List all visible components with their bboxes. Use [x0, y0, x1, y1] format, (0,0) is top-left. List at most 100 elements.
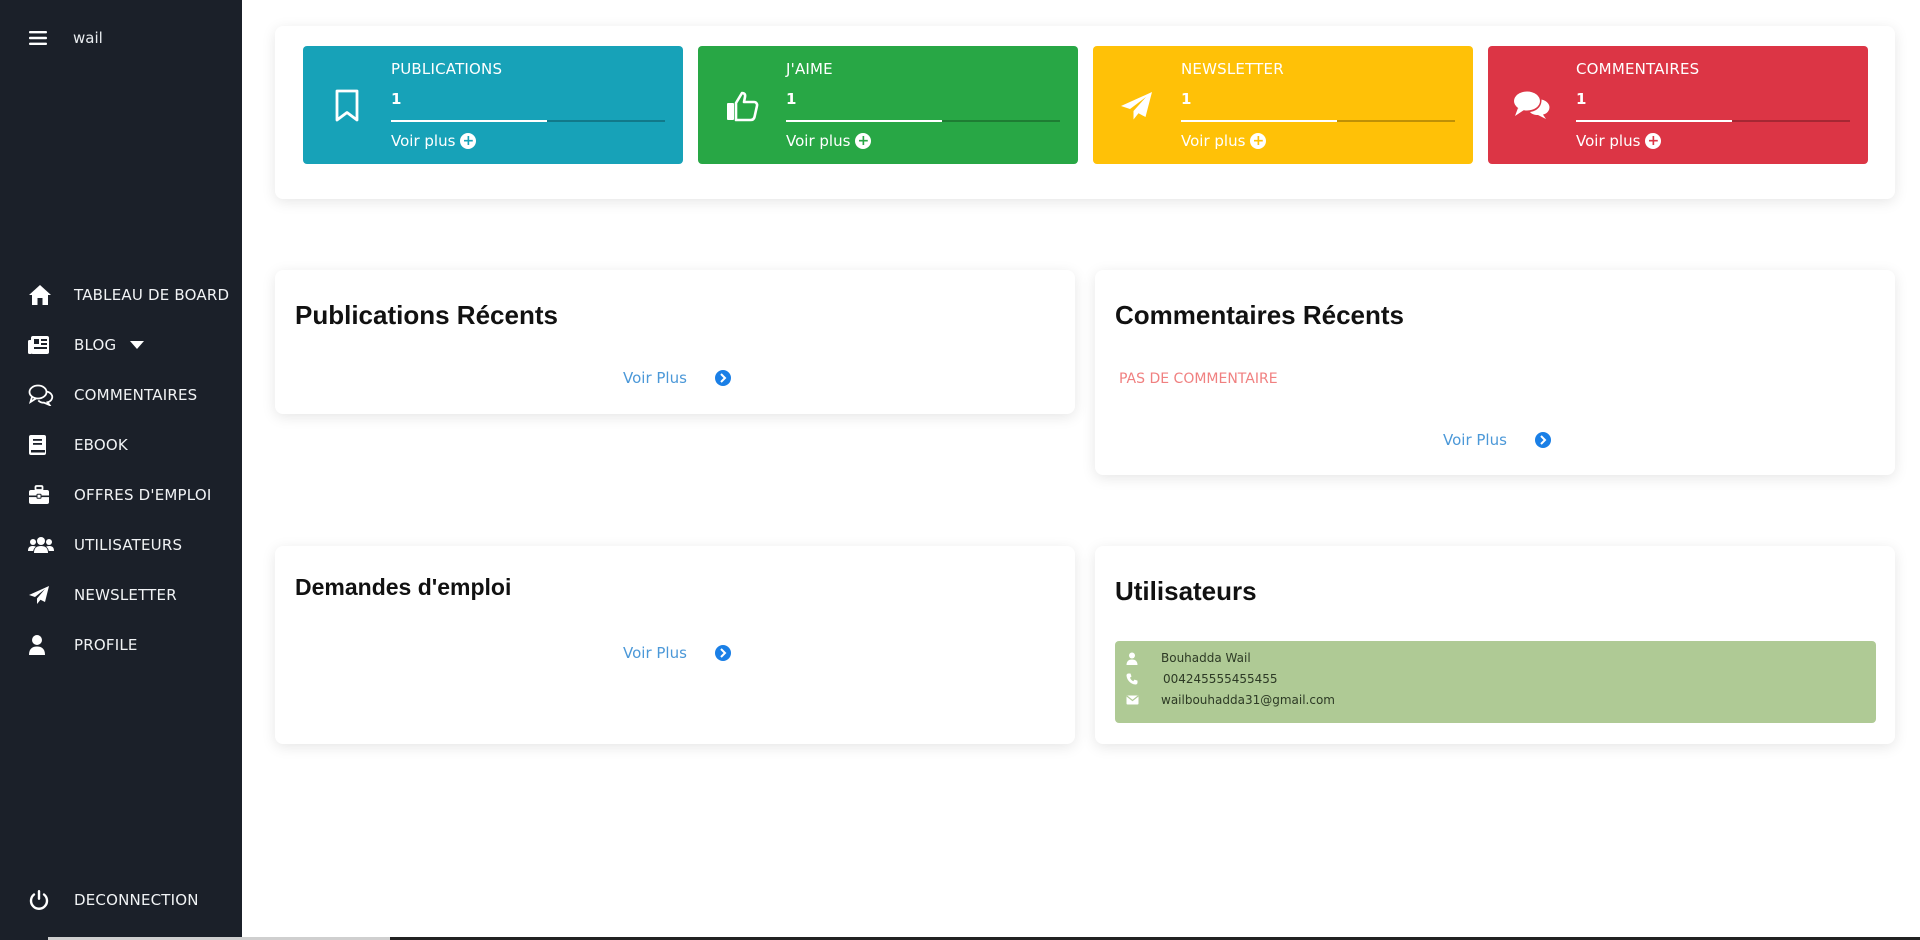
user-entry[interactable]: Bouhadda Wail 004245555455455 wailbouhad…	[1115, 641, 1876, 723]
panel-title: Commentaires Récents	[1115, 300, 1404, 330]
hamburger-menu-icon[interactable]	[28, 28, 48, 48]
stat-publications: PUBLICATIONS 1 Voir plus +	[303, 46, 683, 164]
empty-comments-text: PAS DE COMMENTAIRE	[1119, 371, 1278, 387]
user-phone: 004245555455455	[1163, 672, 1278, 686]
stat-progress-bar	[786, 120, 1060, 122]
sidebar-item-label: COMMENTAIRES	[74, 386, 198, 404]
plus-circle-icon: +	[855, 133, 872, 149]
stat-progress-fill	[1576, 120, 1733, 122]
sidebar-item-dashboard[interactable]: TABLEAU DE BOARD	[0, 270, 242, 320]
stat-more-link[interactable]: Voir plus +	[391, 132, 477, 150]
thumbs-up-icon	[722, 86, 762, 126]
stat-more-link[interactable]: Voir plus +	[1181, 132, 1267, 150]
stat-progress-bar	[1576, 120, 1850, 122]
chevron-right-circle-icon	[1534, 432, 1551, 448]
comments-icon	[1512, 86, 1552, 126]
paper-plane-icon	[1117, 86, 1157, 126]
sidebar-item-blog[interactable]: BLOG	[0, 320, 242, 370]
plus-circle-icon: +	[1250, 133, 1267, 149]
stat-more-label: Voir plus	[1576, 132, 1641, 150]
sidebar-item-label: EBOOK	[74, 436, 128, 454]
panel-title: Demandes d'emploi	[295, 574, 512, 600]
main-content: PUBLICATIONS 1 Voir plus + J'AIME 1 Voir…	[242, 0, 1920, 940]
user-phone-row: 004245555455455	[1123, 672, 1278, 686]
stat-more-label: Voir plus	[391, 132, 456, 150]
stat-more-label: Voir plus	[786, 132, 851, 150]
user-email-row: wailbouhadda31@gmail.com	[1123, 693, 1335, 707]
stat-likes: J'AIME 1 Voir plus +	[698, 46, 1078, 164]
users-card: Utilisateurs Bouhadda Wail 0042455554554…	[1095, 546, 1895, 744]
user-name: Bouhadda Wail	[1161, 651, 1251, 665]
sidebar-item-label: PROFILE	[74, 636, 138, 654]
logout-section: DECONNECTION	[0, 875, 242, 925]
caret-down-icon[interactable]	[130, 341, 145, 349]
stat-progress-fill	[1181, 120, 1338, 122]
sidebar-item-newsletter[interactable]: NEWSLETTER	[0, 570, 242, 620]
voir-plus-label: Voir Plus	[1443, 431, 1507, 449]
user-icon	[1123, 651, 1141, 665]
voir-plus-label: Voir Plus	[623, 644, 687, 662]
briefcase-icon	[28, 483, 56, 507]
sidebar-nav: TABLEAU DE BOARD BLOG COMMENTAIRES EBOOK…	[0, 270, 242, 670]
stats-card: PUBLICATIONS 1 Voir plus + J'AIME 1 Voir…	[275, 26, 1895, 199]
user-icon	[28, 633, 56, 657]
user-email: wailbouhadda31@gmail.com	[1161, 693, 1335, 707]
power-icon	[28, 888, 56, 912]
paper-plane-icon	[28, 583, 56, 607]
stat-title: NEWSLETTER	[1181, 60, 1284, 78]
sidebar: wail TABLEAU DE BOARD BLOG COMMENTAIRES …	[0, 0, 242, 940]
logout-button[interactable]: DECONNECTION	[0, 875, 242, 925]
sidebar-item-comments[interactable]: COMMENTAIRES	[0, 370, 242, 420]
stat-progress-fill	[786, 120, 943, 122]
logout-label: DECONNECTION	[74, 891, 199, 909]
stat-title: PUBLICATIONS	[391, 60, 503, 78]
home-icon	[28, 283, 56, 307]
phone-icon	[1123, 672, 1141, 686]
sidebar-header: wail	[28, 28, 103, 48]
sidebar-item-users[interactable]: UTILISATEURS	[0, 520, 242, 570]
stat-title: COMMENTAIRES	[1576, 60, 1700, 78]
app: wail TABLEAU DE BOARD BLOG COMMENTAIRES …	[0, 0, 1920, 940]
book-icon	[28, 433, 56, 457]
sidebar-item-label: OFFRES D'EMPLOI	[74, 486, 212, 504]
sidebar-item-job-offers[interactable]: OFFRES D'EMPLOI	[0, 470, 242, 520]
sidebar-item-label: NEWSLETTER	[74, 586, 177, 604]
plus-circle-icon: +	[460, 133, 477, 149]
voir-plus-link[interactable]: Voir Plus	[623, 644, 731, 662]
stat-more-link[interactable]: Voir plus +	[1576, 132, 1662, 150]
username: wail	[73, 29, 103, 47]
stat-newsletter: NEWSLETTER 1 Voir plus +	[1093, 46, 1473, 164]
users-icon	[28, 533, 56, 557]
panel-title: Publications Récents	[295, 300, 558, 330]
stat-progress-fill	[391, 120, 548, 122]
recent-comments-card: Commentaires Récents PAS DE COMMENTAIRE …	[1095, 270, 1895, 475]
voir-plus-link[interactable]: Voir Plus	[623, 369, 731, 387]
plus-circle-icon: +	[1645, 133, 1662, 149]
sidebar-item-label: BLOG	[74, 336, 117, 354]
sidebar-item-ebook[interactable]: EBOOK	[0, 420, 242, 470]
sidebar-item-profile[interactable]: PROFILE	[0, 620, 242, 670]
panel-title: Utilisateurs	[1115, 576, 1257, 606]
stat-count: 1	[786, 90, 797, 108]
chevron-right-circle-icon	[714, 370, 731, 386]
stat-more-link[interactable]: Voir plus +	[786, 132, 872, 150]
voir-plus-link[interactable]: Voir Plus	[1443, 431, 1551, 449]
recent-publications-card: Publications Récents Voir Plus	[275, 270, 1075, 414]
stat-progress-bar	[391, 120, 665, 122]
stat-count: 1	[1181, 90, 1192, 108]
sidebar-item-label: UTILISATEURS	[74, 536, 183, 554]
stat-count: 1	[391, 90, 402, 108]
envelope-icon	[1123, 693, 1141, 707]
user-name-row: Bouhadda Wail	[1123, 651, 1251, 665]
stat-title: J'AIME	[786, 60, 833, 78]
stat-comments: COMMENTAIRES 1 Voir plus +	[1488, 46, 1868, 164]
comments-icon	[28, 383, 56, 407]
stat-count: 1	[1576, 90, 1587, 108]
sidebar-item-label: TABLEAU DE BOARD	[74, 286, 230, 304]
stat-progress-bar	[1181, 120, 1455, 122]
job-requests-card: Demandes d'emploi Voir Plus	[275, 546, 1075, 744]
newspaper-icon	[28, 333, 56, 357]
bookmark-icon	[327, 86, 367, 126]
chevron-right-circle-icon	[714, 645, 731, 661]
stat-more-label: Voir plus	[1181, 132, 1246, 150]
